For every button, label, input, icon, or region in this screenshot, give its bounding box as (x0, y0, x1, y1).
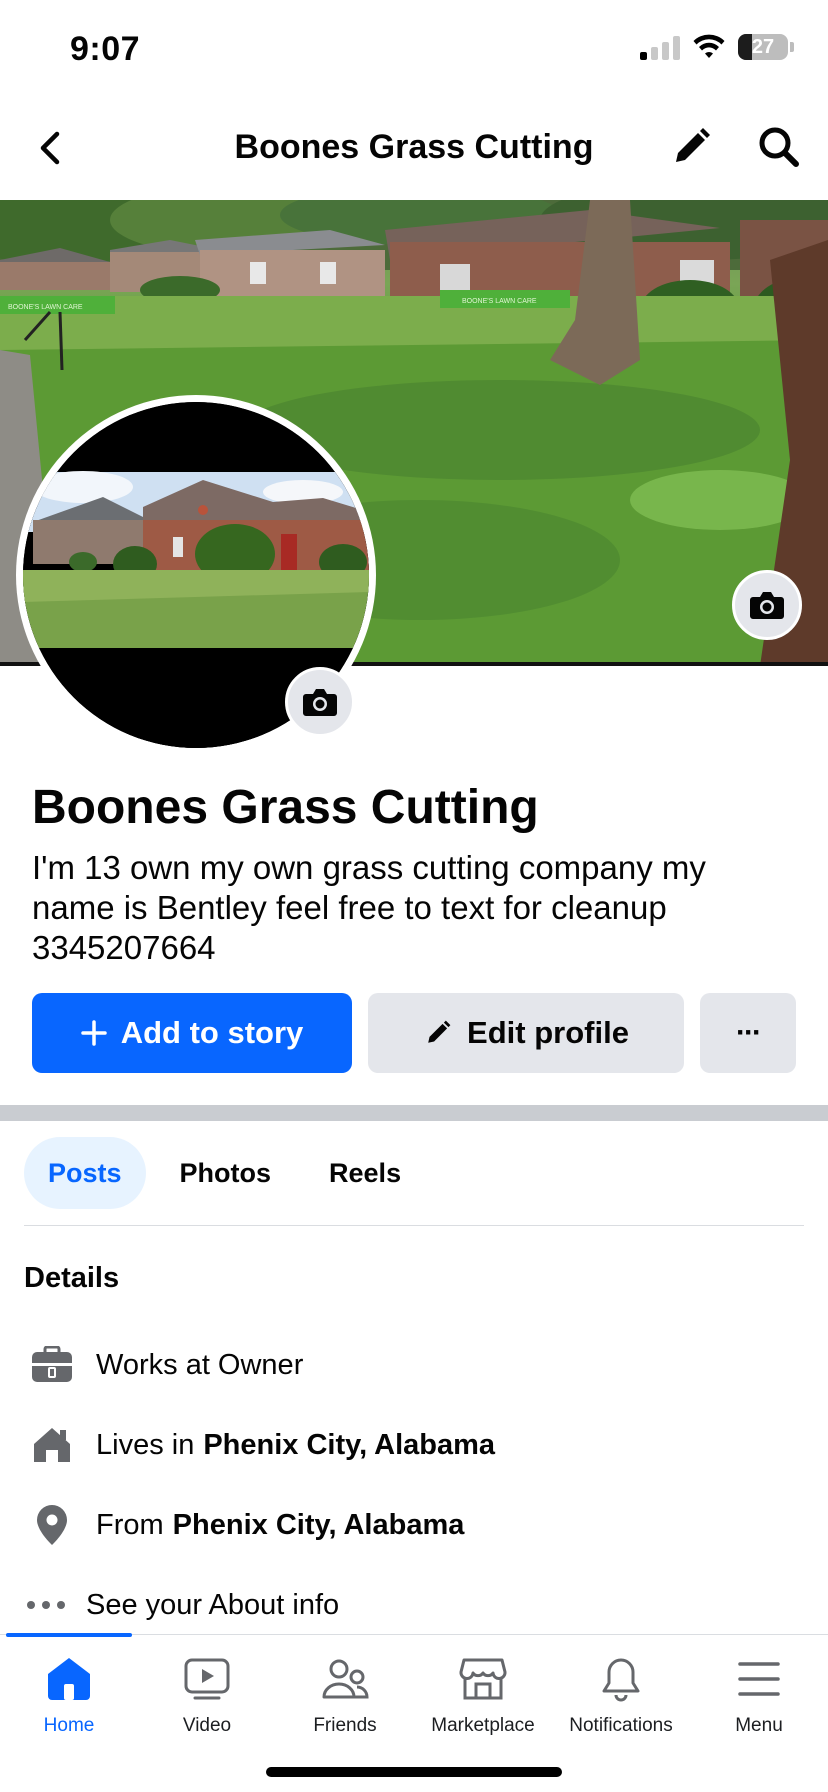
bell-icon (595, 1653, 647, 1705)
nav-menu[interactable]: Menu (690, 1653, 828, 1737)
nav-home[interactable]: Home (0, 1653, 138, 1737)
nav-video[interactable]: Video (138, 1653, 276, 1737)
cover-camera-button[interactable] (732, 570, 802, 640)
search-icon (759, 127, 799, 167)
nav-video-label: Video (182, 1715, 232, 1736)
location-pin-icon (30, 1503, 74, 1547)
profile-bio: I'm 13 own my own grass cutting company … (32, 849, 706, 966)
status-time: 9:07 (70, 30, 141, 68)
battery-level: 27 (751, 35, 775, 58)
marketplace-icon (457, 1653, 509, 1705)
add-to-story-button[interactable]: Add to story (32, 993, 352, 1073)
more-icon: ··· (736, 1016, 762, 1049)
nav-notifications[interactable]: Notifications (552, 1653, 690, 1737)
briefcase-icon (30, 1343, 74, 1387)
see-about-info[interactable]: See your About info (24, 1580, 339, 1630)
nav-menu-label: Menu (735, 1715, 783, 1736)
tab-posts[interactable]: Posts (24, 1137, 146, 1209)
battery-icon: 27 (738, 34, 794, 60)
edit-profile-label: Edit profile (467, 1015, 629, 1050)
edit-profile-button[interactable]: Edit profile (368, 993, 684, 1073)
home-icon (43, 1653, 95, 1705)
status-bar: 9:07 27 (0, 0, 828, 96)
friends-icon (319, 1653, 371, 1705)
camera-icon (303, 689, 337, 716)
nav-home-label: Home (43, 1715, 95, 1736)
wifi-icon (693, 34, 725, 58)
avatar-camera-button[interactable] (285, 667, 355, 737)
detail-from: From Phenix City, Alabama (30, 1500, 464, 1550)
profile-name: Boones Grass Cutting (32, 781, 539, 834)
lives-location[interactable]: Phenix City, Alabama (203, 1429, 495, 1462)
profile-tabs: Posts Photos Reels (24, 1137, 425, 1209)
search-button[interactable] (756, 124, 802, 170)
profile-actions: Add to story Edit profile ··· (32, 993, 796, 1073)
active-tab-indicator (6, 1633, 132, 1637)
video-icon (181, 1653, 233, 1705)
from-prefix: From (96, 1508, 164, 1541)
details-heading: Details (24, 1262, 120, 1294)
tab-reels[interactable]: Reels (305, 1137, 425, 1209)
detail-lives: Lives in Phenix City, Alabama (30, 1420, 495, 1470)
section-divider (0, 1105, 828, 1121)
see-about-label: See your About info (86, 1588, 340, 1621)
plus-icon (80, 1020, 107, 1046)
camera-icon (750, 592, 784, 619)
home-icon (30, 1423, 74, 1467)
add-to-story-label: Add to story (120, 1015, 304, 1050)
nav-notifications-label: Notifications (569, 1715, 673, 1736)
lives-prefix: Lives in (96, 1428, 195, 1461)
nav-friends-label: Friends (313, 1715, 377, 1736)
detail-work: Works at Owner (30, 1340, 303, 1390)
more-dots-icon (24, 1583, 68, 1627)
more-button[interactable]: ··· (700, 993, 796, 1073)
nav-friends[interactable]: Friends (276, 1653, 414, 1737)
pencil-icon (676, 128, 710, 162)
tab-photos[interactable]: Photos (156, 1137, 296, 1209)
from-location[interactable]: Phenix City, Alabama (173, 1509, 465, 1542)
edit-button[interactable] (668, 124, 714, 170)
status-icons: 27 (640, 34, 794, 60)
cellular-signal-icon (640, 34, 680, 60)
menu-icon (733, 1653, 785, 1705)
top-nav: Boones Grass Cutting (0, 96, 828, 200)
nav-marketplace[interactable]: Marketplace (414, 1653, 552, 1737)
nav-marketplace-label: Marketplace (431, 1715, 535, 1736)
tabs-divider (24, 1225, 804, 1226)
pencil-icon (428, 1020, 451, 1043)
sign-left: BOONE'S LAWN CARE (8, 304, 83, 311)
sign-right: BOONE'S LAWN CARE (462, 298, 537, 305)
home-indicator (266, 1767, 562, 1777)
work-text: Works at Owner (96, 1348, 304, 1381)
